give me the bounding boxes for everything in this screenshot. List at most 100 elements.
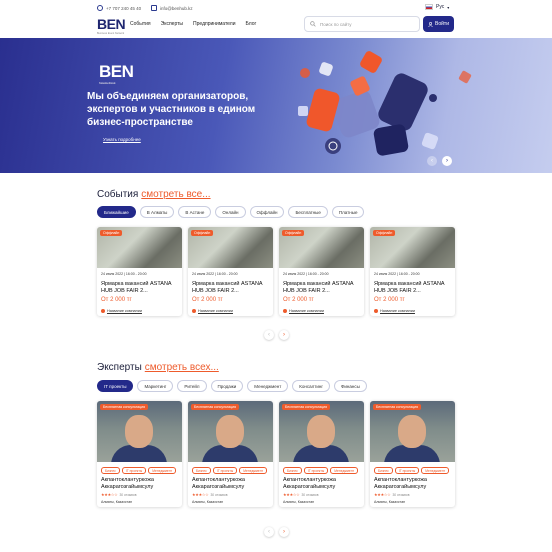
phone-link[interactable]: +7 707 240 45 40 — [97, 5, 141, 11]
hero-puzzle-illustration — [298, 51, 472, 156]
nav-entrepreneurs[interactable]: Предприниматели — [193, 21, 235, 27]
filter-astana[interactable]: В Астане — [178, 206, 212, 218]
filter-finance[interactable]: Финансы — [333, 380, 367, 392]
filter-upcoming[interactable]: Ближайшие — [97, 206, 136, 218]
nav-experts[interactable]: Эксперты — [161, 21, 183, 27]
search-input[interactable]: Поиск по сайту — [304, 16, 420, 32]
event-title: Ярмарка вакансий ASTANA HUB JOB FAIR 2..… — [374, 281, 445, 294]
tag: Менеджмент — [421, 467, 450, 474]
login-button[interactable]: Войти — [423, 16, 454, 32]
hero-prev-button[interactable]: ‹ — [427, 156, 437, 166]
event-card[interactable]: Оффлайн 24 июля 2022 | 16:00 - 20:00 Ярм… — [370, 227, 455, 316]
language-select[interactable]: Рус ▾ — [425, 4, 449, 10]
filter-almaty[interactable]: В Алматы — [139, 206, 175, 218]
tag: Менеджмент — [330, 467, 359, 474]
organizer-link[interactable]: Название компании — [192, 309, 269, 313]
event-title: Ярмарка вакансий ASTANA HUB JOB FAIR 2..… — [101, 281, 172, 294]
event-format-badge: Оффлайн — [373, 230, 396, 236]
organizer-link[interactable]: Название компании — [374, 309, 451, 313]
learn-more-link[interactable]: Узнать подробнее — [103, 137, 141, 142]
star-rating-icon: ★★★☆☆ — [192, 492, 209, 497]
header: +7 707 240 45 40 info@benhub.kz Рус ▾ BEN… — [0, 0, 552, 38]
filter-paid[interactable]: Платные — [331, 206, 365, 218]
tag: Менеджмент — [148, 467, 177, 474]
event-photo: Оффлайн — [370, 227, 455, 268]
tag: Бизнес — [192, 467, 211, 474]
event-date: 24 июля 2022 | 16:00 - 20:00 — [283, 272, 329, 276]
expert-tags: Бизнес IT проекты Менеджмент — [374, 467, 451, 474]
nav-blog[interactable]: Блог — [246, 21, 257, 27]
hero-banner: BEN Business Event Network Мы объединяем … — [0, 38, 552, 173]
expert-photo: Бесплатная консультация — [97, 401, 182, 462]
filter-management[interactable]: Менеджмент — [247, 380, 289, 392]
filter-free[interactable]: Бесплатные — [288, 206, 328, 218]
user-icon — [428, 21, 433, 27]
events-list: Оффлайн 24 июля 2022 | 16:00 - 20:00 Ярм… — [97, 227, 455, 316]
hero-logo: BEN Business Event Network — [99, 62, 134, 85]
filter-online[interactable]: Онлайн — [215, 206, 246, 218]
experts-prev-button[interactable]: ‹ — [264, 527, 274, 537]
events-prev-button[interactable]: ‹ — [264, 330, 274, 340]
search-icon — [310, 21, 316, 27]
event-card[interactable]: Оффлайн 24 июля 2022 | 16:00 - 20:00 Ярм… — [188, 227, 273, 316]
event-date: 24 июля 2022 | 16:00 - 20:00 — [101, 272, 147, 276]
free-consultation-badge: Бесплатная консультация — [373, 404, 421, 410]
experts-section-title: Эксперты смотреть всех... — [97, 362, 219, 373]
event-price: От 2 000 тг — [192, 297, 223, 303]
experts-see-all-link[interactable]: смотреть всех... — [145, 362, 219, 373]
expert-card[interactable]: Бесплатная консультация Бизнес IT проекты… — [279, 401, 364, 507]
company-avatar — [374, 309, 378, 313]
tag: Менеджмент — [239, 467, 268, 474]
email-link[interactable]: info@benhub.kz — [151, 5, 193, 11]
expert-tags: Бизнес IT проекты Менеджмент — [101, 467, 178, 474]
event-title: Ярмарка вакансий ASTANA HUB JOB FAIR 2..… — [192, 281, 263, 294]
hero-next-button[interactable]: › — [442, 156, 452, 166]
logo[interactable]: BEN Business Event Network — [97, 16, 126, 35]
event-price: От 2 000 тг — [101, 297, 132, 303]
expert-card[interactable]: Бесплатная консультация Бизнес IT проекты… — [370, 401, 455, 507]
tag: IT проекты — [212, 467, 238, 474]
expert-name: Акпантоклантуркожа Аккарагозгайымсулу — [374, 477, 427, 490]
expert-location: Алматы, Казахстан — [101, 500, 133, 504]
filter-retail[interactable]: Ритейл — [177, 380, 207, 392]
experts-filters: IT проекты Маркетинг Ритейл Продажи Мене… — [97, 380, 367, 392]
filter-marketing[interactable]: Маркетинг — [137, 380, 174, 392]
events-next-button[interactable]: › — [279, 330, 289, 340]
expert-rating: ★★★☆☆ 30 отзывов — [101, 492, 137, 497]
filter-it-projects[interactable]: IT проекты — [97, 380, 134, 392]
filter-offline[interactable]: Оффлайн — [249, 206, 285, 218]
event-format-badge: Оффлайн — [100, 230, 123, 236]
expert-card[interactable]: Бесплатная консультация Бизнес IT проекты… — [97, 401, 182, 507]
event-card[interactable]: Оффлайн 24 июля 2022 | 16:00 - 20:00 Ярм… — [279, 227, 364, 316]
tag: IT проекты — [303, 467, 329, 474]
expert-location: Алматы, Казахстан — [192, 500, 224, 504]
company-avatar — [192, 309, 196, 313]
free-consultation-badge: Бесплатная консультация — [282, 404, 330, 410]
event-price: От 2 000 тг — [374, 297, 405, 303]
star-rating-icon: ★★★☆☆ — [101, 492, 118, 497]
expert-card[interactable]: Бесплатная консультация Бизнес IT проекты… — [188, 401, 273, 507]
organizer-link[interactable]: Название компании — [101, 309, 178, 313]
expert-photo: Бесплатная консультация — [279, 401, 364, 462]
organizer-link[interactable]: Название компании — [283, 309, 360, 313]
event-photo: Оффлайн — [279, 227, 364, 268]
nav-events[interactable]: События — [130, 21, 151, 27]
events-pager: ‹ › — [264, 330, 289, 340]
expert-location: Алматы, Казахстан — [283, 500, 315, 504]
event-card[interactable]: Оффлайн 24 июля 2022 | 16:00 - 20:00 Ярм… — [97, 227, 182, 316]
events-see-all-link[interactable]: смотреть все... — [141, 189, 210, 200]
company-avatar — [283, 309, 287, 313]
filter-sales[interactable]: Продажи — [210, 380, 244, 392]
tag: Бизнес — [283, 467, 302, 474]
expert-tags: Бизнес IT проекты Менеджмент — [192, 467, 269, 474]
events-filters: Ближайшие В Алматы В Астане Онлайн Оффла… — [97, 206, 365, 218]
expert-rating: ★★★☆☆ 30 отзывов — [283, 492, 319, 497]
tag: IT проекты — [121, 467, 147, 474]
filter-consulting[interactable]: Консалтинг — [292, 380, 330, 392]
event-price: От 2 000 тг — [283, 297, 314, 303]
experts-next-button[interactable]: › — [279, 527, 289, 537]
expert-name: Акпантоклантуркожа Аккарагозгайымсулу — [101, 477, 154, 490]
tag: Бизнес — [374, 467, 393, 474]
expert-name: Акпантоклантуркожа Аккарагозгайымсулу — [192, 477, 245, 490]
free-consultation-badge: Бесплатная консультация — [100, 404, 148, 410]
